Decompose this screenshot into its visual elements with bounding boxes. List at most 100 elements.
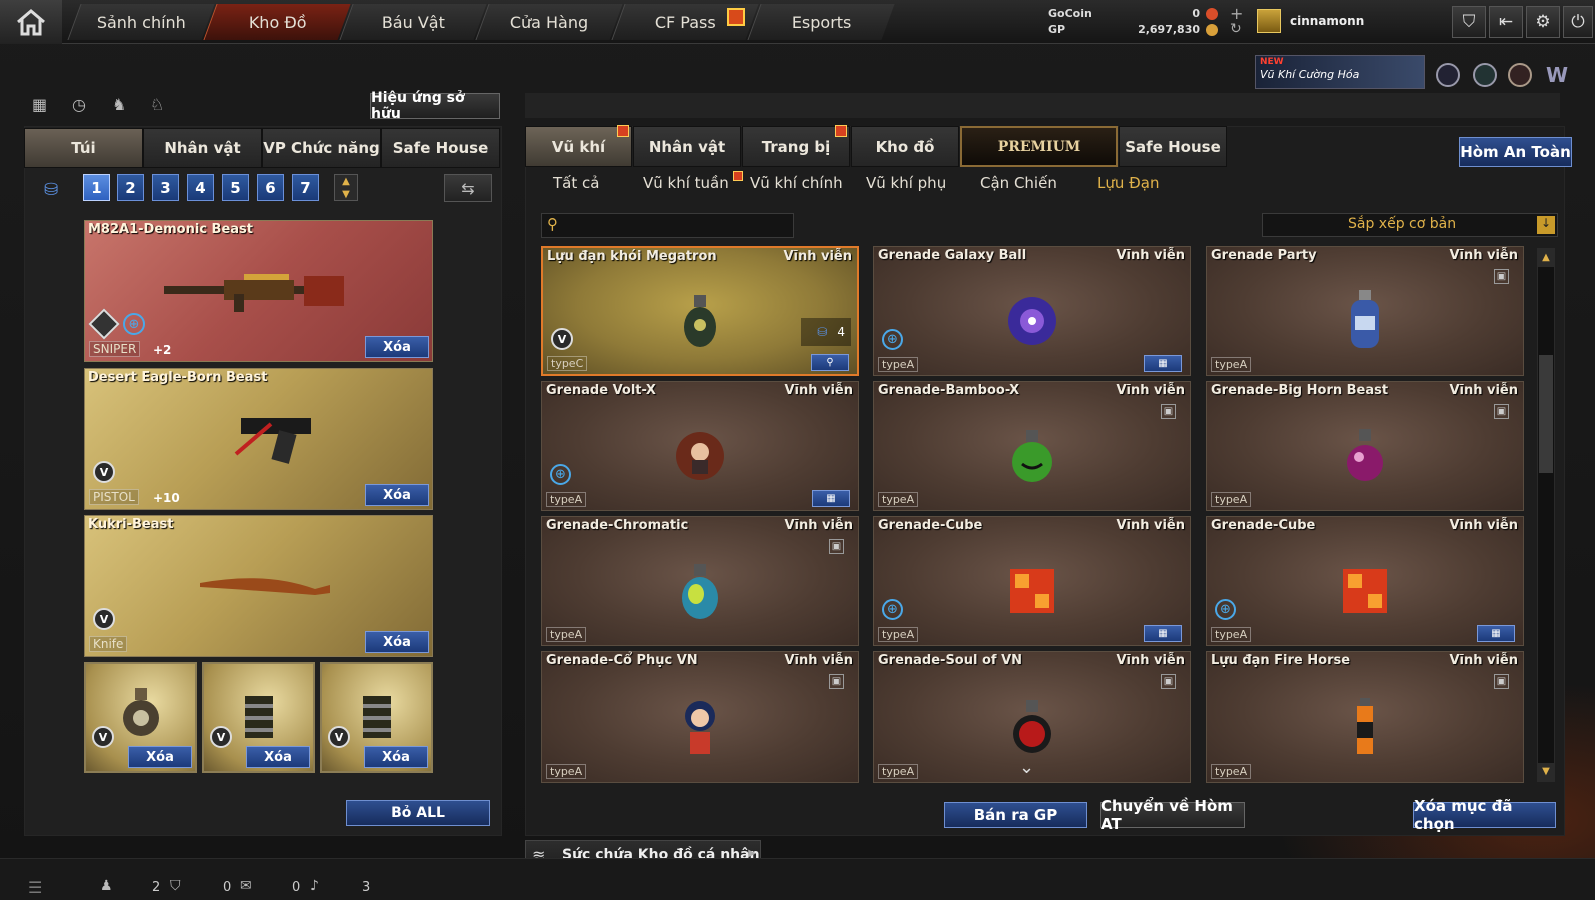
item-card[interactable]: Grenade Volt-X Vĩnh viễn ⊕ typeA ▦ <box>541 381 859 511</box>
item-card[interactable]: Lựu đạn khói Megatron Vĩnh viễn V ⛁ 4 typ… <box>541 246 859 376</box>
item-card[interactable]: Grenade-Soul of VN Vĩnh viễn ▣ ⌄ typeA <box>873 651 1191 783</box>
inspect-button[interactable]: ⚲ <box>811 354 849 371</box>
right-tab-weapon[interactable]: Vũ khí <box>525 125 632 167</box>
lock-icon[interactable]: ▣ <box>1161 674 1176 689</box>
gear-icon[interactable]: ⚙ <box>1526 6 1560 38</box>
friends-icon[interactable]: ♟ <box>100 878 113 894</box>
delete-button[interactable]: Xóa <box>364 746 428 768</box>
equipped-item-card[interactable]: Desert Eagle-Born Beast V PISTOL +10 Xóa <box>84 368 433 510</box>
avatar[interactable] <box>1257 9 1281 33</box>
delete-button[interactable]: Xóa <box>365 484 429 506</box>
right-tab-premium[interactable]: PREMIUM <box>960 126 1118 167</box>
owned-effect-button[interactable]: Hiệu ứng sở hữu <box>370 90 500 122</box>
subtab-weekly[interactable]: Vũ khí tuần <box>643 174 729 192</box>
select-checkbox[interactable]: ▦ <box>1144 355 1182 372</box>
nav-tab-shop[interactable]: Cửa Hàng <box>475 4 623 40</box>
lock-icon[interactable]: ▣ <box>1494 269 1509 284</box>
scroll-down-button[interactable]: ▼ <box>1538 763 1554 781</box>
badge-icon[interactable] <box>1508 63 1532 87</box>
search-box[interactable]: ⚲ <box>541 213 794 238</box>
delete-button[interactable]: Xóa <box>365 631 429 653</box>
equipped-item-card[interactable]: M82A1-Demonic Beast ⊕ SNIPER +2 Xóa <box>84 220 433 362</box>
item-card[interactable]: Grenade Galaxy Ball Vĩnh viễn ⊕ typeA ▦ <box>873 246 1191 376</box>
page-5-button[interactable]: 5 <box>222 174 249 201</box>
grenade-slot[interactable]: V Xóa <box>320 662 433 773</box>
sort-dropdown[interactable]: Sắp xếp cơ bản ↓ <box>1262 213 1558 237</box>
target-icon[interactable] <box>1473 63 1497 87</box>
page-1-button[interactable]: 1 <box>83 174 110 201</box>
page-4-button[interactable]: 4 <box>187 174 214 201</box>
delete-button[interactable]: Xóa <box>128 746 192 768</box>
search-input[interactable] <box>568 216 788 235</box>
lock-icon[interactable]: ▣ <box>1494 404 1509 419</box>
right-tab-safehouse[interactable]: Safe House <box>1119 126 1227 167</box>
page-7-button[interactable]: 7 <box>292 174 319 201</box>
item-card[interactable]: Grenade-Big Horn Beast Vĩnh viễn ▣ typeA <box>1206 381 1524 511</box>
left-tab-bag[interactable]: Túi <box>24 128 143 168</box>
page-2-button[interactable]: 2 <box>117 174 144 201</box>
home-button[interactable] <box>0 0 62 44</box>
equipped-item-card[interactable]: Kukri-Beast V Knife Xóa <box>84 515 433 657</box>
lock-icon[interactable]: ▣ <box>829 674 844 689</box>
chat-icon[interactable]: ✉ <box>240 878 252 894</box>
item-card[interactable]: Grenade Party Vĩnh viễn ▣ typeA <box>1206 246 1524 376</box>
safe-box-button[interactable]: Hòm An Toàn <box>1459 137 1572 167</box>
clan-shield-icon[interactable]: ⛉ <box>170 878 181 894</box>
menu-icon[interactable]: ☰ <box>28 878 42 897</box>
right-tab-character[interactable]: Nhân vật <box>633 126 741 167</box>
left-tab-function[interactable]: VP Chức năng <box>262 128 381 168</box>
subtab-grenade[interactable]: Lựu Đạn <box>1097 174 1159 192</box>
delete-button[interactable]: Xóa <box>246 746 310 768</box>
logo-w-icon[interactable]: W <box>1546 63 1572 87</box>
nav-tab-treasure[interactable]: Báu Vật <box>339 4 487 40</box>
left-tab-safehouse[interactable]: Safe House <box>381 128 500 168</box>
speaker-icon[interactable]: ♪ <box>310 878 319 894</box>
grenade-slot[interactable]: V Xóa <box>84 662 197 773</box>
subtab-all[interactable]: Tất cả <box>553 174 599 192</box>
nav-tab-esports[interactable]: Esports <box>747 4 895 40</box>
item-card[interactable]: Grenade-Cube Vĩnh viễn ⊕ typeA ▦ <box>1206 516 1524 646</box>
exit-room-icon[interactable]: ⇤ <box>1489 6 1523 38</box>
select-checkbox[interactable]: ▦ <box>812 490 850 507</box>
gift-box-icon[interactable]: ▦ <box>32 95 54 115</box>
subtab-primary[interactable]: Vũ khí chính <box>750 174 843 192</box>
page-6-button[interactable]: 6 <box>257 174 284 201</box>
pet-icon[interactable]: ♘ <box>150 95 172 115</box>
lock-icon[interactable]: ▣ <box>1161 404 1176 419</box>
transfer-icon[interactable]: ⇆ <box>444 174 492 202</box>
power-icon[interactable]: ⏻ <box>1563 6 1593 38</box>
select-checkbox[interactable]: ▦ <box>1477 625 1515 642</box>
history-icon[interactable]: ◷ <box>72 95 94 115</box>
subtab-melee[interactable]: Cận Chiến <box>980 174 1057 192</box>
scroll-thumb[interactable] <box>1539 355 1553 473</box>
nav-tab-inventory[interactable]: Kho Đồ <box>203 4 351 40</box>
subtab-secondary[interactable]: Vũ khí phụ <box>866 174 946 192</box>
right-tab-storage[interactable]: Kho đồ <box>851 126 959 167</box>
promo-banner[interactable]: NEW Vũ Khí Cường Hóa <box>1255 55 1425 89</box>
delete-selected-button[interactable]: Xóa mục đã chọn <box>1413 797 1556 833</box>
refresh-icon[interactable]: ↻ <box>1230 21 1242 37</box>
item-card[interactable]: Grenade-Bamboo-X Vĩnh viễn ▣ typeA <box>873 381 1191 511</box>
right-tab-equipment[interactable]: Trang bị <box>742 125 850 167</box>
lock-icon[interactable]: ▣ <box>829 539 844 554</box>
scrollbar[interactable]: ▲ ▼ <box>1537 248 1555 782</box>
rank-v-icon[interactable] <box>1436 63 1460 87</box>
item-card[interactable]: Grenade-Cổ Phục VN Vĩnh viễn ▣ typeA <box>541 651 859 783</box>
chevron-down-icon[interactable]: ⌄ <box>1019 757 1034 778</box>
character-icon[interactable]: ♞ <box>112 95 134 115</box>
item-card[interactable]: Grenade-Cube Vĩnh viễn ⊕ typeA ▦ <box>873 516 1191 646</box>
page-3-button[interactable]: 3 <box>152 174 179 201</box>
shield-icon[interactable]: ⛉ <box>1452 6 1486 38</box>
sell-gp-button[interactable]: Bán ra GP <box>944 802 1087 828</box>
nav-tab-lobby[interactable]: Sảnh chính <box>67 4 215 40</box>
page-stepper[interactable]: ▲ ▼ <box>334 174 358 201</box>
delete-button[interactable]: Xóa <box>365 336 429 358</box>
item-card[interactable]: Grenade-Chromatic Vĩnh viễn ▣ typeA <box>541 516 859 646</box>
grenade-slot[interactable]: V Xóa <box>202 662 315 773</box>
left-tab-character[interactable]: Nhân vật <box>143 128 262 168</box>
scroll-up-button[interactable]: ▲ <box>1538 249 1554 267</box>
select-checkbox[interactable]: ▦ <box>1144 625 1182 642</box>
transfer-safe-button[interactable]: Chuyển về Hòm AT <box>1100 797 1245 833</box>
item-card[interactable]: Lựu đạn Fire Horse Vĩnh viễn ▣ typeA <box>1206 651 1524 783</box>
lock-icon[interactable]: ▣ <box>1494 674 1509 689</box>
